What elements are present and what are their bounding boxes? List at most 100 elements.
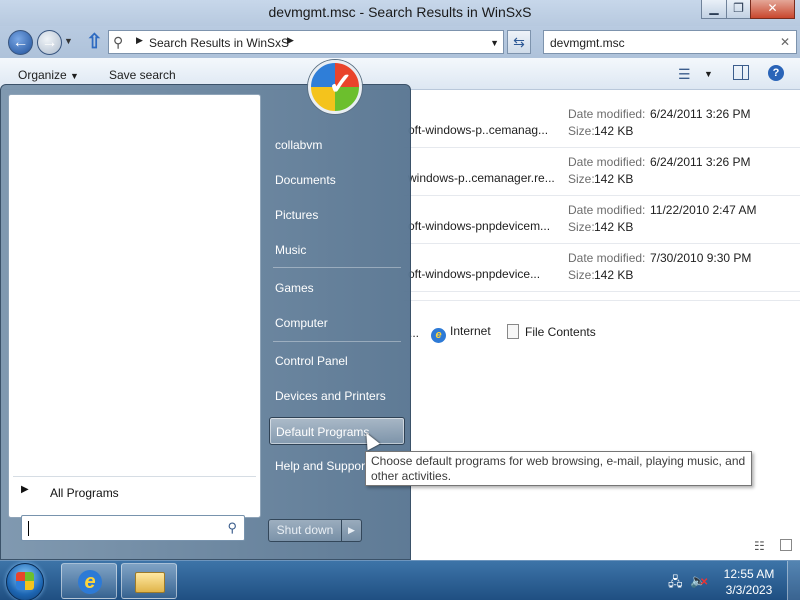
all-programs-label: All Programs [50,486,119,500]
start-item-user-folder[interactable]: collabvm [269,131,405,159]
size-label: Size: [568,172,595,186]
search-input[interactable]: devmgmt.msc ✕ [543,30,797,54]
document-icon [507,324,519,339]
clock-date[interactable]: 3/3/2023 [719,583,779,597]
start-menu: ▶ All Programs ⚲ collabvm Documents Pict… [0,84,411,560]
taskbar-internet-explorer[interactable]: e [61,563,117,599]
size-value: 142 KB [594,220,634,234]
start-search-input[interactable]: ⚲ [21,515,245,541]
breadcrumb-chevron-icon[interactable]: ▶ [136,35,143,46]
result-item[interactable]: windows-p..cemanager.re... Date modified… [404,148,800,196]
back-button[interactable]: ← [8,30,33,55]
result-item[interactable]: oft-windows-p..cemanag... Date modified:… [404,100,800,148]
start-item-label: Documents [275,173,336,187]
file-contents-label: File Contents [525,325,596,339]
divider [13,476,256,477]
breadcrumb-chevron-icon[interactable]: ▶ [287,35,294,46]
size-value: 142 KB [594,124,634,138]
clock-time[interactable]: 12:55 AM [719,567,779,581]
close-icon: ✕ [767,1,778,15]
tooltip: Choose default programs for web browsing… [365,451,752,486]
checkmark-icon: ✓ [328,68,354,101]
maximize-icon: ❐ [733,1,744,15]
change-view-icon[interactable]: ☰ [678,66,691,83]
show-desktop-button[interactable] [787,561,800,600]
internet-label: Internet [450,324,491,338]
date-modified-value: 7/30/2010 9:30 PM [650,251,752,265]
maximize-button[interactable]: ❐ [726,0,751,19]
result-name: oft-windows-p..cemanag... [408,123,549,137]
shutdown-options-arrow-icon[interactable]: ▶ [341,519,362,542]
search-internet-link[interactable]: e Internet [431,324,491,343]
divider [273,341,401,342]
date-modified-value: 11/22/2010 2:47 AM [650,203,757,217]
size-label: Size: [568,268,595,282]
shutdown-button[interactable]: Shut down [268,519,342,542]
start-item-label: Games [275,281,314,295]
organize-button[interactable]: Organize ▼ [18,68,79,82]
recent-pages-dropdown[interactable]: ▼ [64,36,73,46]
preview-pane-icon[interactable] [733,65,749,80]
up-folder-button[interactable]: ⇧ [86,31,106,53]
date-modified-label: Date modified: [568,251,646,265]
title-bar: devmgmt.msc - Search Results in WinSxS ▁… [0,0,800,26]
start-item-label: Music [275,243,307,257]
folder-icon [135,572,165,593]
date-modified-value: 6/24/2011 3:26 PM [650,107,751,121]
divider [273,267,401,268]
search-folder-icon: ⚲ [113,34,124,50]
large-icons-view-icon[interactable] [780,539,792,551]
date-modified-value: 6/24/2011 3:26 PM [650,155,751,169]
windows-logo-icon [16,572,34,590]
start-item-pictures[interactable]: Pictures [269,201,405,229]
start-item-devices-printers[interactable]: Devices and Printers [269,382,405,410]
address-bar: ← → ▼ ⇧ ⚲ ▶ Search Results in WinSxS ▶ ▼… [0,26,800,58]
taskbar: e 🖧 🔈 ✕ 12:55 AM 3/3/2023 [0,560,800,600]
start-item-label: Pictures [275,208,319,222]
search-file-contents-link[interactable]: File Contents [507,324,596,339]
start-item-label: Devices and Printers [275,389,386,403]
forward-button[interactable]: → [37,30,62,55]
size-value: 142 KB [594,172,634,186]
up-arrow-icon: ⇧ [86,31,103,53]
search-input-value: devmgmt.msc [550,36,625,50]
refresh-button[interactable]: ⇆ [507,30,531,54]
date-modified-label: Date modified: [568,203,646,217]
size-label: Size: [568,220,595,234]
taskbar-windows-explorer[interactable] [121,563,177,599]
start-item-control-panel[interactable]: Control Panel [269,347,405,375]
network-icon[interactable]: 🖧 [668,573,683,595]
address-field[interactable]: ⚲ ▶ Search Results in WinSxS ▶ ▼ [108,30,504,54]
minimize-button[interactable]: ▁ [701,0,727,19]
result-name: oft-windows-pnpdevicem... [408,219,551,233]
start-item-label: collabvm [275,138,323,152]
start-item-games[interactable]: Games [269,274,405,302]
start-item-computer[interactable]: Computer [269,309,405,337]
help-icon[interactable]: ? [768,65,784,81]
result-item[interactable]: oft-windows-pnpdevicem... Date modified:… [404,196,800,244]
details-view-icon[interactable]: ☷ [754,539,765,553]
start-item-music[interactable]: Music [269,236,405,264]
search-again-divider [404,300,800,304]
result-item[interactable]: oft-windows-pnpdevice... Date modified: … [404,244,800,292]
start-item-label: Default Programs [276,425,370,439]
muted-indicator-icon: ✕ [700,577,709,588]
all-programs-button[interactable]: ▶ All Programs [9,481,260,505]
view-options-dropdown[interactable]: ▼ [704,69,713,79]
internet-explorer-icon: e [431,328,446,343]
size-label: Size: [568,124,595,138]
address-dropdown-icon[interactable]: ▼ [490,38,499,48]
start-item-label: Computer [275,316,328,330]
chevron-down-icon: ▼ [70,71,79,81]
breadcrumb-search-results[interactable]: Search Results in WinSxS [149,36,289,50]
start-item-documents[interactable]: Documents [269,166,405,194]
forward-arrow-icon: → [41,34,58,51]
clear-search-icon[interactable]: ✕ [780,35,790,49]
back-arrow-icon: ← [12,34,29,51]
start-item-label: Help and Support [275,459,369,473]
organize-label: Organize [18,68,67,82]
programs-pane: ▶ All Programs [8,94,261,518]
save-search-button[interactable]: Save search [109,68,176,82]
close-button[interactable]: ✕ [750,0,795,19]
start-item-default-programs[interactable]: Default Programs [269,417,405,445]
